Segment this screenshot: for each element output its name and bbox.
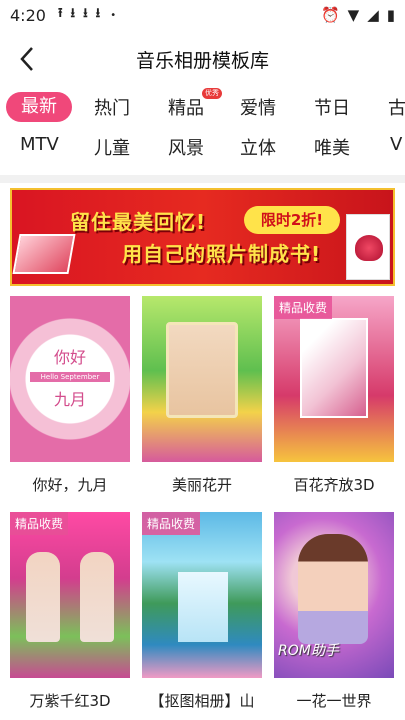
template-thumbnail: ROM助手 — [274, 512, 394, 678]
tab-latest[interactable]: 最新 — [6, 92, 72, 122]
download-icon: ⭳ — [95, 6, 101, 21]
promo-banner[interactable]: 留住最美回忆! 限时2折! 用自己的照片制成书! — [10, 188, 395, 286]
waterfall-image — [178, 572, 228, 642]
tab-aesthetic[interactable]: 唯美 — [314, 134, 350, 160]
premium-paid-badge: 精品收费 — [142, 512, 201, 535]
discount-badge: 限时2折! — [244, 206, 340, 234]
template-thumbnail: 精品收费 — [142, 512, 262, 678]
signal-icon: ◢ — [367, 6, 379, 24]
3d-cube-frame — [300, 318, 368, 418]
template-card[interactable]: 精品收费 万紫千红3D — [10, 512, 130, 711]
download-icon: ⭳ — [83, 6, 88, 21]
template-card[interactable]: 精品收费 【抠图相册】山 — [142, 512, 262, 711]
template-thumbnail: 精品收费 — [274, 296, 394, 462]
notification-dot: • — [110, 9, 117, 21]
tab-love[interactable]: 爱情 — [240, 94, 276, 120]
template-thumbnail: 精品收费 — [10, 512, 130, 678]
tab-premium[interactable]: 精品 优秀 — [168, 88, 222, 120]
template-title: 【抠图相册】山 — [149, 692, 255, 710]
template-title: 百花齐放3D — [293, 476, 375, 494]
app-header: 音乐相册模板库 — [0, 36, 405, 82]
portrait-figure — [298, 534, 368, 644]
overlay-hello-text: 你好 — [53, 348, 86, 367]
template-thumbnail: 你好 Hello September 九月 — [10, 296, 130, 462]
heart-icon — [355, 235, 383, 261]
premium-badge: 优秀 — [202, 88, 222, 99]
download-icon: ⭳ — [70, 6, 76, 21]
template-title: 万紫千红3D — [29, 692, 111, 710]
status-time: 4:20 — [10, 5, 46, 25]
page-title: 音乐相册模板库 — [135, 50, 269, 72]
template-card[interactable]: 精品收费 百花齐放3D — [274, 296, 394, 495]
premium-paid-badge: 精品收费 — [274, 296, 333, 319]
template-title: 一花一世界 — [296, 692, 372, 710]
section-divider — [0, 175, 405, 183]
tab-children[interactable]: 儿童 — [94, 134, 130, 160]
upload-icon: ⭱ — [57, 6, 63, 21]
tab-mtv[interactable]: MTV — [20, 134, 59, 155]
template-title: 你好，九月 — [32, 476, 108, 494]
template-thumbnail — [142, 296, 262, 462]
battery-icon: ▮ — [386, 6, 395, 24]
tab-v[interactable]: V — [390, 134, 402, 155]
portrait-frame — [166, 322, 238, 418]
category-tabs-row-2: MTV 儿童 风景 立体 唯美 V — [0, 130, 405, 166]
status-bar: 4:20 ⭱ ⭳ ⭳ ⭳ • ⏰ ▼ ◢ ▮ — [0, 0, 405, 30]
tab-premium-label: 精品 — [168, 98, 204, 119]
tab-3d[interactable]: 立体 — [240, 134, 276, 160]
tab-ancient[interactable]: 古 — [388, 94, 405, 120]
wifi-icon: ▼ — [347, 6, 360, 24]
template-card[interactable]: 美丽花开 — [142, 296, 262, 495]
hello-september-badge: 你好 Hello September 九月 — [28, 336, 112, 420]
tab-hot[interactable]: 热门 — [94, 94, 130, 120]
tab-festival[interactable]: 节日 — [314, 94, 350, 120]
overlay-month-text: 九月 — [53, 390, 86, 409]
template-title: 美丽花开 — [171, 476, 232, 494]
portrait-figure — [80, 552, 114, 642]
template-card[interactable]: ROM助手 一花一世界 — [274, 512, 394, 711]
banner-headline: 留住最美回忆! — [70, 210, 207, 234]
overlay-english-text: Hello September — [30, 372, 110, 382]
tab-scenery[interactable]: 风景 — [168, 134, 204, 160]
template-card[interactable]: 你好 Hello September 九月 你好，九月 — [10, 296, 130, 495]
photo-book-image — [12, 234, 76, 274]
portrait-figure — [26, 552, 60, 642]
alarm-icon: ⏰ — [320, 6, 340, 24]
photo-book-cover — [346, 214, 390, 280]
premium-paid-badge: 精品收费 — [10, 512, 69, 535]
banner-subline: 用自己的照片制成书! — [122, 242, 322, 266]
watermark-text: ROM助手 — [278, 643, 339, 659]
category-tabs-row-1: 最新 热门 精品 优秀 爱情 节日 古 — [0, 88, 405, 126]
